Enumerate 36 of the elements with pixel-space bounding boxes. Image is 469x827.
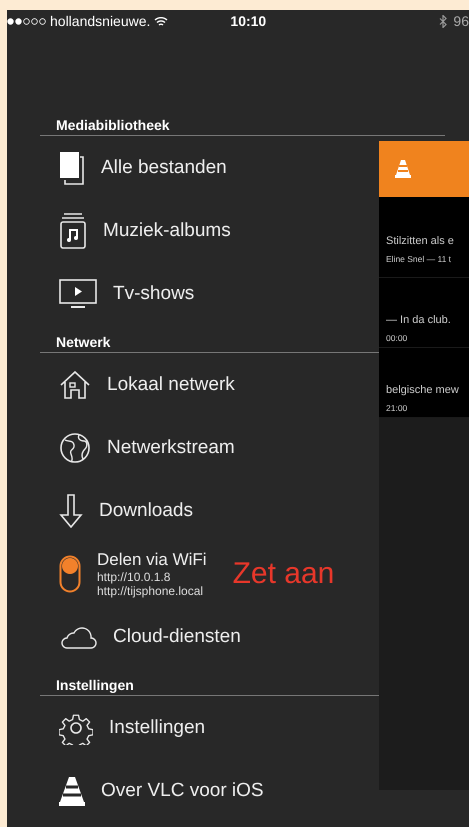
menu-item[interactable]: Downloads xyxy=(99,500,193,522)
carrier-name: hollandsnieuwe. xyxy=(50,13,150,29)
media-subtitle: Eline Snel — 11 t xyxy=(386,254,452,264)
menu-item[interactable]: Instellingen xyxy=(109,716,206,738)
down-arrow-icon xyxy=(59,494,83,528)
media-title[interactable]: — In da club. xyxy=(386,314,469,326)
traffic-cone-icon xyxy=(59,776,85,806)
document-icon xyxy=(59,150,85,184)
section-header: Netwerk xyxy=(55,334,110,352)
menu-item[interactable]: Lokaal netwerk xyxy=(107,374,235,396)
music-album-icon xyxy=(59,212,87,250)
media-title[interactable]: belgische mew xyxy=(386,384,469,396)
section-header: Mediabibliotheek xyxy=(55,117,170,135)
media-title[interactable]: Stilzitten als e xyxy=(386,235,469,247)
tv-icon xyxy=(59,278,97,308)
menu-item[interactable]: Tv-shows xyxy=(113,282,194,304)
wifi-icon xyxy=(154,16,168,26)
menu-item[interactable]: Over VLC voor iOS xyxy=(101,780,264,802)
server-address: http://tijsphone.local xyxy=(97,584,204,598)
house-icon xyxy=(59,370,91,400)
menu-item[interactable]: Delen via WiFi xyxy=(97,550,207,570)
annotation-text: Zet aan xyxy=(232,556,334,590)
traffic-cone-icon xyxy=(395,160,411,178)
menu-item[interactable]: Alle bestanden xyxy=(101,156,227,178)
server-address: http://10.0.1.8 xyxy=(97,570,172,584)
globe-icon xyxy=(59,432,91,464)
bluetooth-icon xyxy=(439,14,448,28)
menu-item[interactable]: Netwerkstream xyxy=(107,436,235,458)
toggle-switch[interactable] xyxy=(59,554,81,592)
media-subtitle: 21:00 xyxy=(386,403,408,413)
battery-level: 96 xyxy=(453,13,469,29)
section-header: Instellingen xyxy=(55,677,134,695)
menu-item[interactable]: Muziek-albums xyxy=(103,220,231,242)
status-time: 10:10 xyxy=(230,13,266,29)
menu-item[interactable]: Cloud-diensten xyxy=(113,626,241,648)
media-subtitle: 00:00 xyxy=(386,333,408,343)
